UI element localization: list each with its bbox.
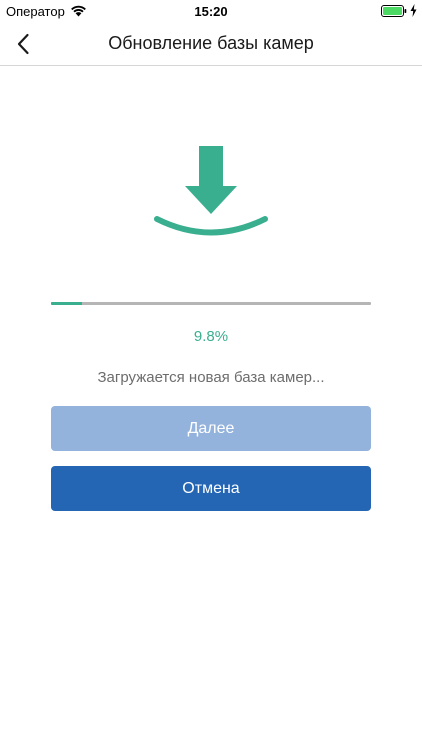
next-button[interactable]: Далее [51,406,371,451]
page-title: Обновление базы камер [108,33,314,53]
cancel-button[interactable]: Отмена [51,466,371,511]
download-status-message: Загружается новая база камер... [97,369,325,386]
status-bar: Оператор 15:20 [0,0,422,22]
back-button[interactable] [8,28,38,60]
charging-bolt-icon [410,4,417,17]
progress-bar [51,302,371,305]
progress-bar-fill [51,302,83,305]
progress-percent: 9.8% [193,328,229,345]
battery-icon [381,5,407,17]
status-time: 15:20 [194,4,228,19]
navigation-bar: Обновление базы камер [0,22,422,66]
download-arrow-icon [154,146,268,236]
chevron-left-icon [17,33,29,55]
